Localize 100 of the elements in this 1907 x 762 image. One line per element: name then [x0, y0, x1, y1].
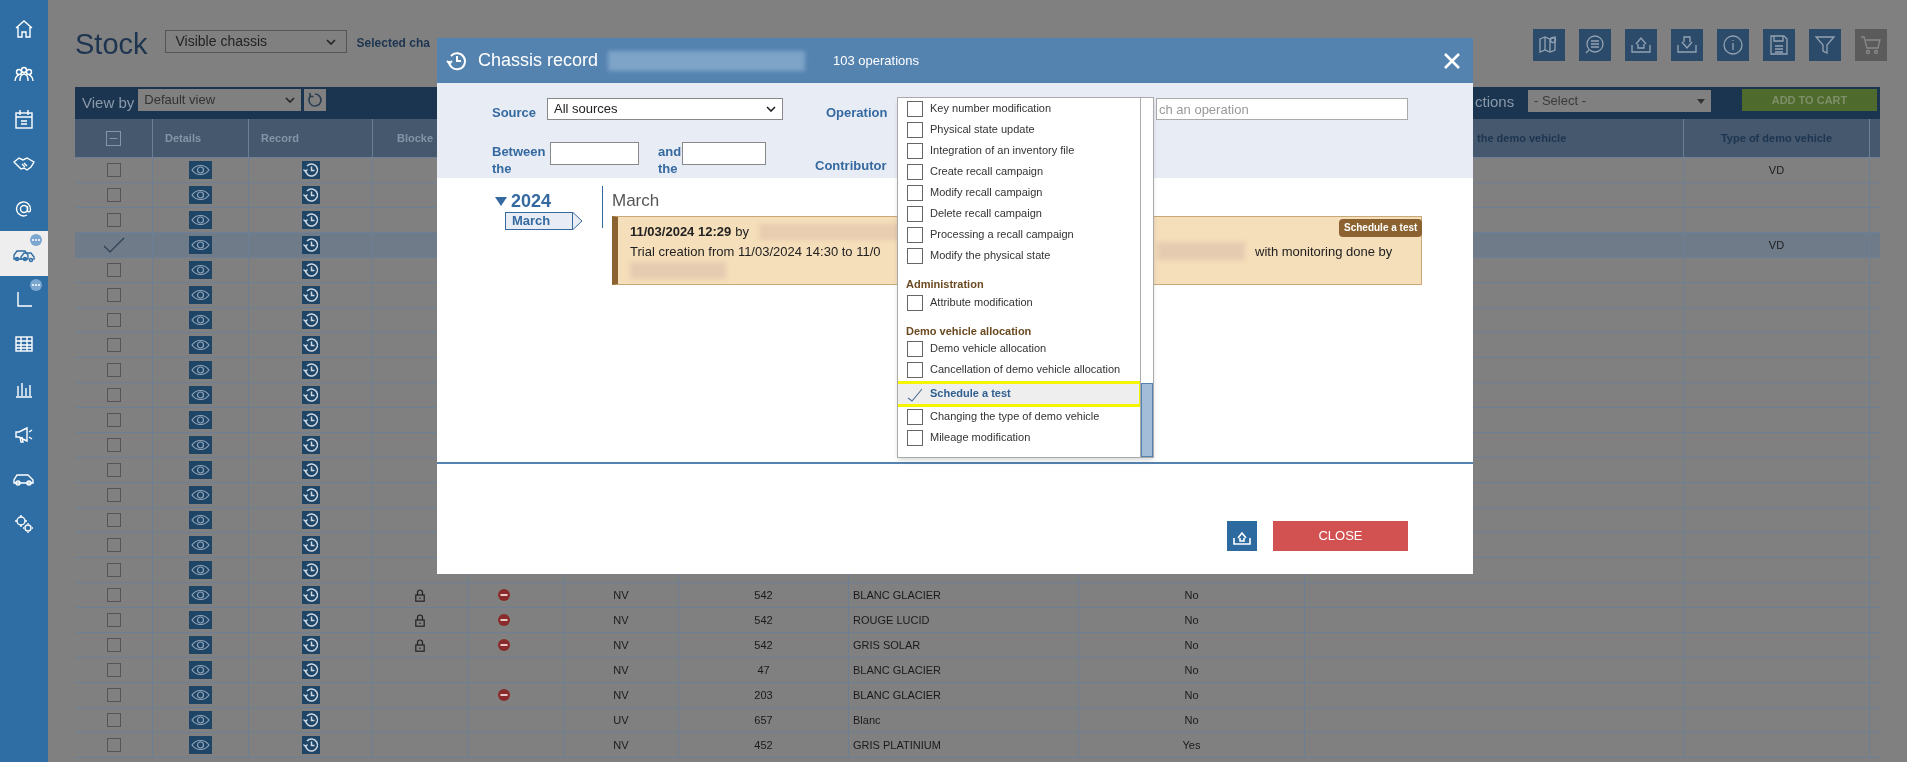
history-icon[interactable]: [301, 461, 320, 479]
year-heading[interactable]: 2024: [511, 188, 552, 215]
history-icon[interactable]: [301, 286, 320, 304]
scrollbar-thumb[interactable]: [1141, 383, 1153, 457]
toolbar-button[interactable]: [1579, 29, 1611, 61]
eye-icon[interactable]: [189, 286, 212, 304]
history-icon[interactable]: [301, 711, 320, 729]
toolbar-button[interactable]: [1763, 29, 1795, 61]
toolbar-button[interactable]: [1717, 29, 1749, 61]
operation-option[interactable]: Processing a recall campaign: [898, 225, 1140, 246]
checkbox[interactable]: [106, 613, 121, 627]
select-all-checkbox[interactable]: [106, 130, 121, 146]
table-row[interactable]: NV 542 ROUGE LUCID No: [75, 608, 1880, 633]
refresh-button[interactable]: [304, 89, 327, 111]
history-icon[interactable]: [301, 361, 320, 379]
more-badge-icon[interactable]: [30, 279, 42, 291]
checkbox[interactable]: [106, 463, 121, 477]
view-select[interactable]: Default view: [138, 89, 302, 111]
more-badge-icon[interactable]: [30, 234, 42, 246]
history-icon[interactable]: [301, 436, 320, 454]
eye-icon[interactable]: [189, 511, 212, 529]
checkbox[interactable]: [106, 513, 121, 527]
eye-icon[interactable]: [189, 611, 212, 629]
start-date-field[interactable]: [550, 142, 639, 165]
checkbox[interactable]: [106, 638, 121, 652]
eye-icon[interactable]: [189, 336, 212, 354]
eye-icon[interactable]: [189, 361, 212, 379]
eye-icon[interactable]: [189, 436, 212, 454]
toolbar-button[interactable]: [1625, 29, 1657, 61]
operation-option[interactable]: Delete recall campaign: [898, 204, 1140, 225]
view-select[interactable]: Visible chassis: [164, 30, 347, 53]
checkbox[interactable]: [106, 488, 121, 502]
checkbox[interactable]: [106, 588, 121, 602]
history-icon[interactable]: [301, 186, 320, 204]
checkbox[interactable]: [106, 288, 121, 302]
table-row[interactable]: NV 542 GRIS SOLAR No: [75, 633, 1880, 658]
eye-icon[interactable]: [189, 386, 212, 404]
checkbox[interactable]: [106, 738, 121, 752]
history-icon[interactable]: [301, 736, 320, 754]
eye-icon[interactable]: [189, 411, 212, 429]
history-icon[interactable]: [301, 311, 320, 329]
checkbox[interactable]: [106, 163, 121, 177]
eye-icon[interactable]: [189, 161, 212, 179]
checkbox[interactable]: [106, 263, 121, 277]
table-row[interactable]: NV 203 BLANC GLACIER No: [75, 683, 1880, 708]
toolbar-button[interactable]: [1671, 29, 1703, 61]
checkbox[interactable]: [106, 663, 121, 677]
eye-icon[interactable]: [189, 561, 212, 579]
history-icon[interactable]: [301, 386, 320, 404]
checkbox[interactable]: [106, 413, 121, 427]
checkbox[interactable]: [106, 188, 121, 202]
eye-icon[interactable]: [189, 461, 212, 479]
operation-option[interactable]: Changing the type of demo vehicle: [898, 407, 1140, 428]
checkbox-checked[interactable]: [102, 237, 125, 253]
history-icon[interactable]: [301, 211, 320, 229]
export-button[interactable]: [1227, 521, 1257, 551]
eye-icon[interactable]: [189, 686, 212, 704]
checkbox[interactable]: [106, 438, 121, 452]
history-icon[interactable]: [301, 611, 320, 629]
checkbox[interactable]: [106, 338, 121, 352]
history-icon[interactable]: [301, 586, 320, 604]
checkbox[interactable]: [106, 563, 121, 577]
eye-icon[interactable]: [189, 261, 212, 279]
history-icon[interactable]: [301, 636, 320, 654]
operation-option[interactable]: Demo vehicle allocation: [898, 339, 1140, 360]
operation-option[interactable]: Key number modification: [898, 99, 1140, 120]
eye-icon[interactable]: [189, 736, 212, 754]
history-icon[interactable]: [301, 511, 320, 529]
checkbox[interactable]: [106, 713, 121, 727]
history-icon[interactable]: [301, 661, 320, 679]
operation-option[interactable]: Schedule a test: [898, 381, 1142, 407]
checkbox[interactable]: [106, 688, 121, 702]
operation-option[interactable]: Mileage modification: [898, 428, 1140, 449]
operation-option[interactable]: Create recall campaign: [898, 162, 1140, 183]
history-icon[interactable]: [301, 336, 320, 354]
eye-icon[interactable]: [189, 586, 212, 604]
table-row[interactable]: NV 452 GRIS PLATINIUM Yes: [75, 733, 1880, 758]
operation-option[interactable]: Cancellation of demo vehicle allocation: [898, 360, 1140, 381]
close-button[interactable]: CLOSE: [1273, 521, 1408, 551]
eye-icon[interactable]: [189, 186, 212, 204]
collapse-triangle-icon[interactable]: [495, 196, 507, 207]
operation-option[interactable]: Attribute modification: [898, 292, 1140, 314]
eye-icon[interactable]: [189, 236, 212, 254]
operation-option[interactable]: Integration of an inventory file: [898, 141, 1140, 162]
eye-icon[interactable]: [189, 536, 212, 554]
table-row[interactable]: UV 657 Blanc No: [75, 708, 1880, 733]
close-icon[interactable]: [1443, 51, 1461, 70]
history-icon[interactable]: [301, 261, 320, 279]
toolbar-button[interactable]: [1533, 29, 1565, 61]
table-row[interactable]: NV 47 BLANC GLACIER No: [75, 658, 1880, 683]
sidebar-item[interactable]: [0, 231, 48, 276]
history-icon[interactable]: [301, 561, 320, 579]
checkbox[interactable]: [106, 313, 121, 327]
history-icon[interactable]: [301, 236, 320, 254]
table-row[interactable]: NV 542 BLANC GLACIER No: [75, 583, 1880, 608]
checkbox[interactable]: [106, 363, 121, 377]
history-icon[interactable]: [301, 411, 320, 429]
operation-option[interactable]: Modify recall campaign: [898, 183, 1140, 204]
history-icon[interactable]: [301, 486, 320, 504]
eye-icon[interactable]: [189, 486, 212, 504]
